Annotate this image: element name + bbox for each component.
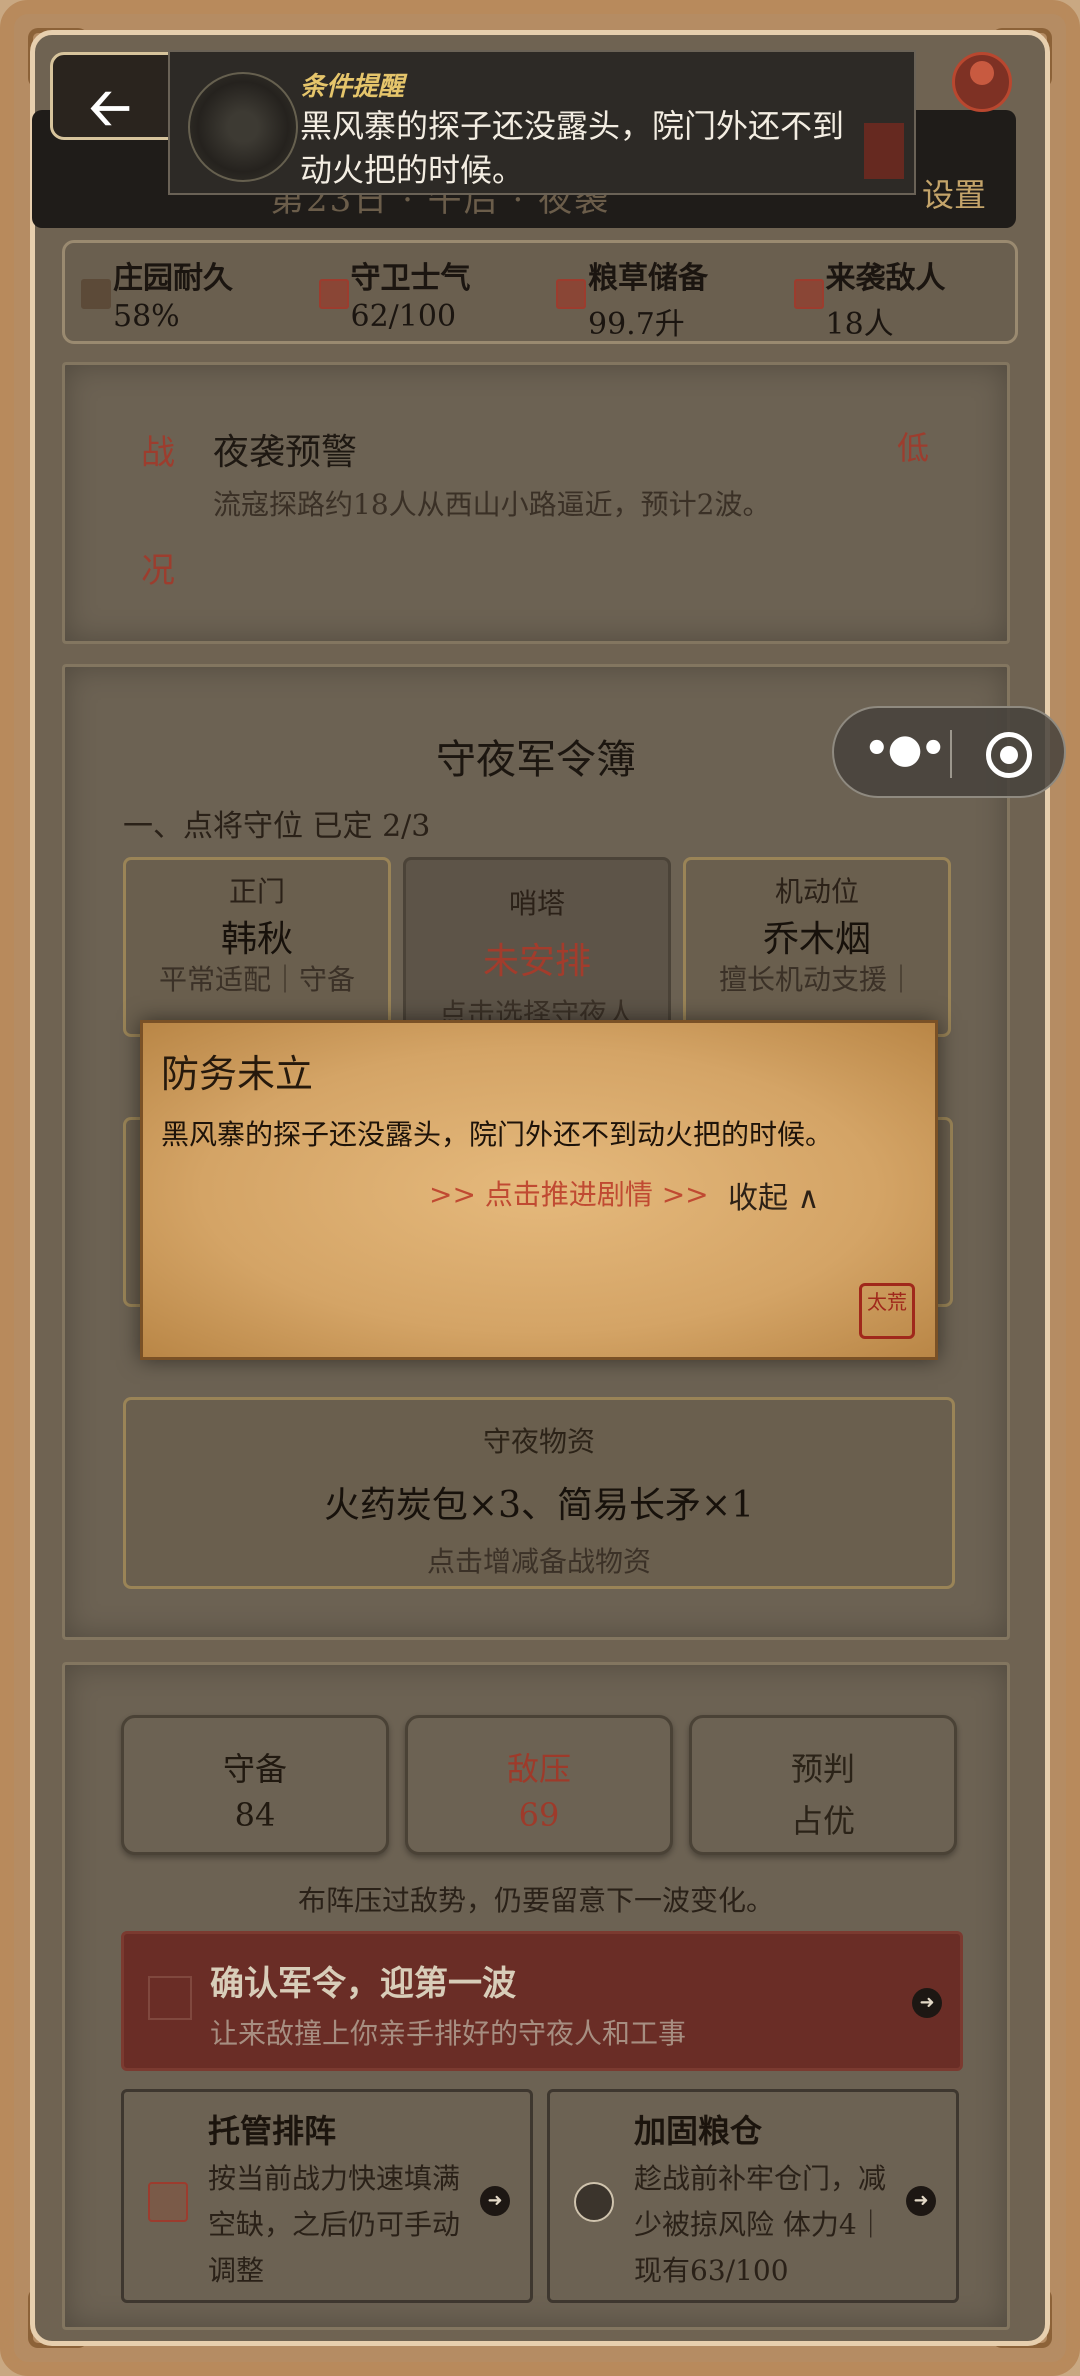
more-dots-icon[interactable]: •●• [864,726,946,772]
war-tag-bottom: 况 [141,551,175,591]
target-circle-icon[interactable] [986,732,1032,778]
chevron-right-circle-icon: ➜ [480,2186,510,2216]
stat-name: 庄园耐久 [113,261,233,296]
slot-role: 机动位 [774,875,859,908]
slot-desc: 擅长机动支援｜ [718,963,915,996]
event-popup[interactable]: 防务未立 黑风寨的探子还没露头，院门外还不到动火把的时候。 >> 点击推进剧情 … [140,1020,938,1360]
stat-morale: 守卫士气 62/100 [303,243,541,341]
avatar[interactable] [952,52,1012,112]
back-arrow-icon: 🡠 [89,78,132,138]
stat-name: 来袭敌人 [825,261,946,296]
war-tag-top: 战 [141,433,175,473]
red-stamp-icon [864,123,904,179]
metric-value: 占优 [790,1802,855,1840]
action-title: 加固粮仓 [634,2112,763,2150]
alert-level: 低 [896,429,929,467]
metric-defense: 守备 84 [121,1715,389,1855]
confirm-title: 确认军令，迎第一波 [210,1964,516,2004]
action-title: 托管排阵 [208,2112,337,2150]
slot-guard-name: 乔木烟 [762,919,871,960]
metric-value: 69 [518,1796,560,1834]
stat-grain: 粮草储备 99.7升 [540,243,778,342]
supply-label: 守夜物资 [482,1425,595,1458]
auto-arrange-button[interactable]: 托管排阵 按当前战力快速填满空缺，之后仍可手动调整 ➜ [121,2089,533,2303]
popup-title: 防务未立 [161,1052,314,1096]
settings-button[interactable]: 设置 [922,170,986,216]
slot-main-gate[interactable]: 正门 韩秋 平常适配｜守备 [123,857,391,1037]
capsule-divider [950,730,952,778]
supply-items: 火药炭包×3、简易长矛×1 [323,1485,755,1526]
red-seal-icon: 太荒 [859,1283,915,1339]
stat-name: 守卫士气 [350,261,471,296]
stat-durability: 庄园耐久 58% [65,243,303,341]
confirm-subtitle: 让来敌撞上你亲手排好的守夜人和工事 [210,2017,687,2050]
popup-text: 黑风寨的探子还没露头，院门外还不到动火把的时候。 [161,1118,834,1151]
stats-bar: 庄园耐久 58% 守卫士气 62/100 粮草储备 99.7升 来袭敌人 18人 [62,240,1018,344]
stat-value: 62/100 [350,299,457,334]
metric-value: 84 [234,1796,276,1834]
supply-box[interactable]: 守夜物资 火药炭包×3、简易长矛×1 点击增减备战物资 [123,1397,955,1589]
stat-name: 粮草储备 [588,261,708,296]
slot-guard-name: 未安排 [482,941,591,982]
slot-watchtower[interactable]: 哨塔 未安排 点击选择守夜人 [403,857,671,1037]
alert-title: 夜袭预警 [213,432,358,473]
action-desc: 按当前战力快速填满空缺，之后仍可手动调整 [208,2162,461,2287]
metric-name: 守备 [222,1750,287,1788]
section-assign-label: 一、点将守位 已定 2/3 [123,809,431,844]
seal-icon [318,279,349,309]
slot-role: 哨塔 [508,887,565,920]
compass-seal-icon [188,72,298,182]
notification-text: 黑风寨的探子还没露头，院门外还不到动火把的时候。 [300,107,845,189]
advance-story-link[interactable]: >> 点击推进剧情 >> [429,1173,709,1213]
metric-enemy-pressure: 敌压 69 [405,1715,673,1855]
seal-icon [148,2182,188,2222]
notification-banner[interactable]: 条件提醒 黑风寨的探子还没露头，院门外还不到动火把的时候。 [168,50,916,195]
metric-name: 预判 [790,1750,855,1788]
castle-icon [81,279,111,309]
chevron-right-circle-icon: ➜ [912,1988,942,2018]
war-situation-panel: 战 况 夜袭预警 低 流寇探路约18人从西山小路逼近，预计2波。 [62,362,1010,644]
slot-desc: 平常适配｜守备 [158,963,355,996]
supply-hint: 点击增减备战物资 [426,1545,651,1578]
stat-value: 99.7升 [588,307,685,342]
miniprogram-capsule: •●• [832,706,1066,798]
notification-label: 条件提醒 [300,72,405,102]
confirm-orders-button[interactable]: 确认军令，迎第一波 让来敌撞上你亲手排好的守夜人和工事 ➜ [121,1931,963,2071]
metric-prediction: 预判 占优 [689,1715,957,1855]
reinforce-granary-button[interactable]: 加固粮仓 趁战前补牢仓门，减少被掠风险 体力4｜现有63/100 ➜ [547,2089,959,2303]
alert-description: 流寇探路约18人从西山小路逼近，预计2波。 [213,488,771,521]
slot-guard-name: 韩秋 [220,919,293,960]
seal-icon [148,1976,192,2020]
granary-icon [574,2182,614,2222]
slot-mobile[interactable]: 机动位 乔木烟 擅长机动支援｜ [683,857,951,1037]
collapse-button[interactable]: 收起 ∧ [728,1173,820,1217]
metric-name: 敌压 [506,1750,571,1788]
action-desc: 趁战前补牢仓门，减少被掠风险 体力4｜现有63/100 [634,2162,887,2287]
stat-value: 58% [113,299,180,334]
seal-icon [556,279,586,309]
seal-icon [793,279,824,309]
stat-enemies: 来袭敌人 18人 [778,243,1016,342]
battle-panel: 守备 84 敌压 69 预判 占优 布阵压过敌势，仍要留意下一波变化。 确认军令… [62,1662,1010,2330]
battle-note: 布阵压过敌势，仍要留意下一波变化。 [297,1884,774,1917]
stat-value: 18人 [825,307,894,342]
chevron-right-circle-icon: ➜ [906,2186,936,2216]
slot-role: 正门 [228,875,285,908]
